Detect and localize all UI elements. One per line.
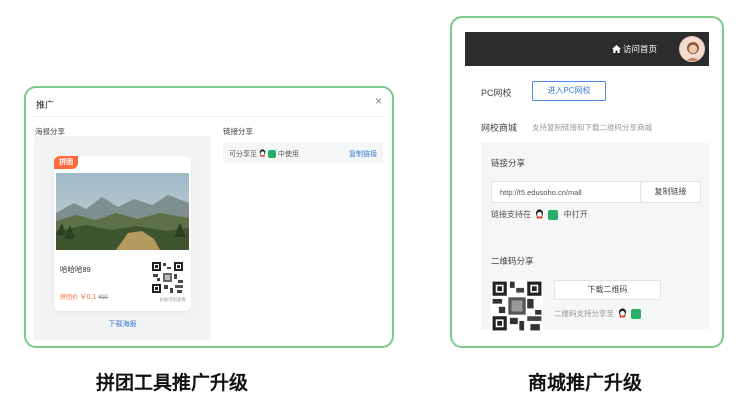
mall-qr-code [491,280,543,332]
download-qr-button[interactable]: 下载二维码 [554,280,661,300]
link-support-prefix: 链接支持在 [491,210,531,220]
qq-icon [618,308,627,320]
wechat-icon [631,309,642,320]
mall-hint: 支持复制链接和下载二维码分享商城 [532,123,652,132]
original-price: ¥99 [98,295,109,301]
group-buy-promo-card: 推广 × 海报分享 链接分享 拼团 哈哈哈89 拼团价 ￥0.1 ¥99 长按识… [24,86,394,348]
wechat-icon [267,150,276,159]
left-caption: 拼团工具推广升级 [96,373,249,394]
online-mall-label: 网校商城 [481,123,518,133]
qr-caption: 长按识别查看 [159,297,186,302]
share-suffix: 中使用 [277,151,299,158]
link-share-row: 可分享至 中使用 复制链接 [223,143,383,163]
group-price: ￥0.1 [79,294,97,301]
pc-school-label: PC网校 [481,88,512,98]
mall-promo-card: 访问首页 PC网校 进入PC网校 网校商城 支持复制链接和下载二维码分享商城 链… [450,16,724,348]
group-buy-badge: 拼团 [54,156,78,169]
mall-url: http://t5.edusoho.cn/mall [500,188,582,197]
visit-home-link[interactable]: 访问首页 [611,43,657,55]
group-price-tag: 拼团价 [60,295,79,301]
dialog-title: 推广 [36,100,55,110]
link-share-heading: 链接分享 [491,158,526,168]
link-support-suffix: 中打开 [563,210,588,220]
wechat-icon [548,210,559,220]
home-icon [611,45,621,53]
visit-home-label: 访问首页 [622,44,657,54]
course-title: 哈哈哈89 [60,265,91,274]
course-cover-image [56,173,189,250]
share-prefix: 可分享至 [229,151,257,158]
download-poster-link[interactable]: 下载海报 [34,319,211,329]
qr-share-heading: 二维码分享 [491,256,534,266]
dialog-divider [34,116,384,117]
qq-icon [535,209,544,221]
mall-share-panel: 链接分享 http://t5.edusoho.cn/mall 复制链接 链接支持… [481,143,709,332]
copy-mall-link-button[interactable]: 复制链接 [640,182,700,202]
mall-url-field[interactable]: http://t5.edusoho.cn/mall 复制链接 [491,181,701,203]
link-support-row: 链接支持在 中打开 [491,209,588,221]
share-targets: 可分享至 中使用 [229,149,299,159]
top-nav-bar: 访问首页 [465,32,709,66]
poster-preview-area: 拼团 哈哈哈89 拼团价 ￥0.1 ¥99 长按识别查看 下载海报 [34,136,211,340]
link-share-label: 链接分享 [223,127,253,136]
close-icon[interactable]: × [375,94,382,108]
qr-support-row: 二维码支持分享至 [554,308,642,320]
copy-link-button[interactable]: 复制链接 [349,149,377,159]
avatar[interactable] [679,36,705,62]
price-row: 拼团价 ￥0.1 ¥99 [60,292,108,302]
qq-icon [259,149,266,159]
enter-pc-school-button[interactable]: 进入PC网校 [532,81,606,101]
poster-card: 拼团 哈哈哈89 拼团价 ￥0.1 ¥99 长按识别查看 [54,156,191,311]
right-caption: 商城推广升级 [528,373,643,394]
qr-support-text: 二维码支持分享至 [554,309,614,318]
poster-qr-code [151,261,184,294]
